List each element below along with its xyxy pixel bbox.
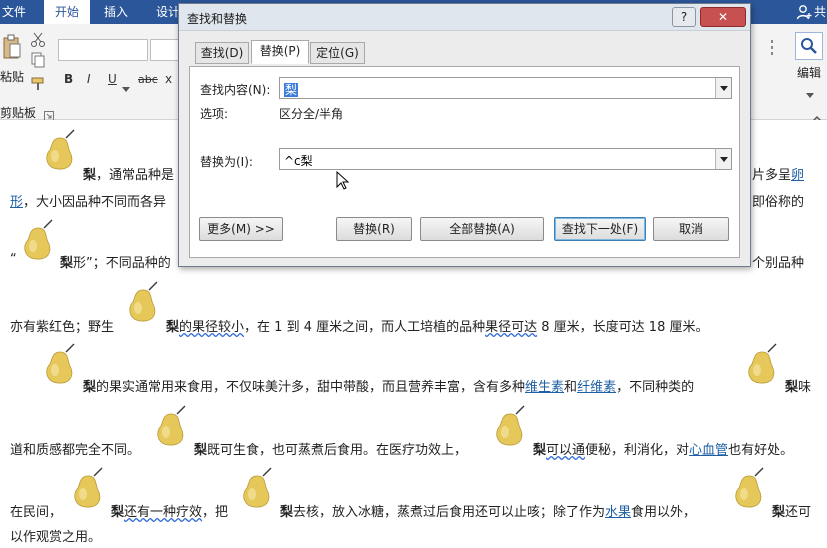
find-replace-dialog: 查找和替换 ? ✕ 查找(D) 替换(P) 定位(G) 查找内容(N): 梨 选…: [178, 3, 751, 267]
text-line: 梨的果径较小，在 1 到 4 厘米之间，而人工培植的品种果径可达 8 厘米，长度…: [166, 320, 709, 335]
text-line: 个别品种: [752, 256, 805, 271]
text-line: 梨既可生食，也可蒸煮后食用。在医疗功效上，: [194, 443, 468, 458]
collapse-panel-icon[interactable]: [768, 38, 776, 58]
pear-image: [40, 342, 80, 386]
text-line: 亦有紫红色；野生: [10, 320, 115, 335]
share-label[interactable]: 共: [814, 0, 827, 24]
collapse-ribbon-icon[interactable]: [812, 108, 822, 122]
pear-image: [123, 280, 163, 324]
tab-file[interactable]: 文件: [0, 0, 44, 24]
chevron-down-icon[interactable]: [806, 84, 814, 98]
options-label: 选项:: [200, 107, 229, 121]
chevron-down-icon[interactable]: [715, 149, 731, 169]
text-line: 梨可以通便秘，利消化，对心血管也有好处。: [533, 443, 794, 458]
pear-image: [237, 466, 277, 510]
text-line: 梨形”；不同品种的: [60, 256, 171, 271]
mouse-pointer-icon: [336, 170, 350, 195]
word-window: 文件 开始 插入 设计 共 粘贴 剪贴板 B I U abc x 编辑 梨，通常…: [0, 0, 827, 548]
find-what-label: 查找内容(N):: [200, 83, 271, 97]
text-line: 道和质感都完全不同。: [10, 443, 141, 458]
pear-image: [18, 218, 58, 262]
underline-button[interactable]: U: [108, 72, 117, 86]
tab-find[interactable]: 查找(D): [195, 42, 249, 64]
font-size-dropdown[interactable]: [150, 39, 180, 61]
dialog-titlebar[interactable]: 查找和替换 ? ✕: [179, 4, 750, 31]
clipboard-launcher-icon[interactable]: [44, 106, 54, 121]
replace-with-label: 替换为(I):: [200, 155, 253, 169]
font-name-dropdown[interactable]: [58, 39, 148, 61]
bold-button[interactable]: B: [64, 72, 73, 86]
replace-panel: 查找内容(N): 梨 选项: 区分全/半角 替换为(I): ^c梨 更多(M) …: [189, 66, 740, 258]
help-button[interactable]: ?: [672, 7, 696, 27]
cut-icon[interactable]: [30, 32, 46, 48]
tab-home[interactable]: 开始: [44, 0, 90, 24]
subscript-button[interactable]: x: [165, 72, 172, 86]
tab-replace[interactable]: 替换(P): [251, 40, 309, 64]
replace-with-field[interactable]: ^c梨: [279, 148, 732, 170]
replace-all-button[interactable]: 全部替换(A): [420, 217, 544, 241]
pear-image: [729, 466, 769, 510]
text-line: 即俗称的: [752, 195, 805, 210]
text-line: 梨去核，放入冰糖，蒸煮过后食用还可以止咳；除了作为水果食用以外，: [280, 505, 697, 520]
tab-insert[interactable]: 插入: [104, 0, 144, 24]
chevron-down-icon[interactable]: [122, 78, 130, 92]
tab-goto[interactable]: 定位(G): [310, 42, 365, 64]
text-line: 形，大小因品种不同而各异: [10, 195, 167, 210]
text-line: 梨的果实通常用来食用，不仅味美汁多，甜中带酸，而且营养丰富，含有多种维生素和纤维…: [83, 380, 695, 395]
copy-icon[interactable]: [30, 52, 46, 68]
pear-image: [490, 404, 530, 448]
text-line: 片多呈卵: [752, 168, 805, 183]
close-button[interactable]: ✕: [700, 7, 746, 27]
paste-icon[interactable]: [2, 34, 22, 60]
pear-image: [40, 128, 80, 172]
text-line: “: [10, 252, 17, 267]
text-line: 梨还可: [772, 505, 812, 520]
search-icon[interactable]: [795, 32, 823, 60]
replace-with-value: ^c梨: [284, 154, 313, 168]
clipboard-group-label: 剪贴板: [0, 106, 37, 120]
replace-button[interactable]: 替换(R): [336, 217, 412, 241]
text-line: 以作观赏之用。: [10, 530, 102, 545]
text-line: 在民间，: [10, 505, 63, 520]
user-icon[interactable]: [796, 4, 812, 20]
strikethrough-button[interactable]: abc: [138, 73, 158, 86]
italic-button[interactable]: I: [87, 72, 91, 86]
text-line: 梨味: [785, 380, 812, 395]
edit-group-label[interactable]: 编辑: [797, 64, 821, 81]
chevron-down-icon[interactable]: [715, 78, 731, 98]
pear-image: [151, 404, 191, 448]
paste-label[interactable]: 粘贴: [0, 68, 24, 85]
text-line: 梨还有一种疗效，把: [111, 505, 229, 520]
options-value: 区分全/半角: [279, 107, 344, 121]
cancel-button[interactable]: 取消: [653, 217, 729, 241]
more-button[interactable]: 更多(M) >>: [199, 217, 283, 241]
find-what-value: 梨: [284, 83, 299, 97]
pear-image: [68, 466, 108, 510]
pear-image: [742, 342, 782, 386]
dialog-title: 查找和替换: [187, 12, 248, 26]
find-next-button[interactable]: 查找下一处(F): [554, 217, 646, 241]
find-what-field[interactable]: 梨: [279, 77, 732, 99]
text-line: 梨，通常品种是: [83, 168, 175, 183]
format-painter-icon[interactable]: [30, 76, 46, 92]
